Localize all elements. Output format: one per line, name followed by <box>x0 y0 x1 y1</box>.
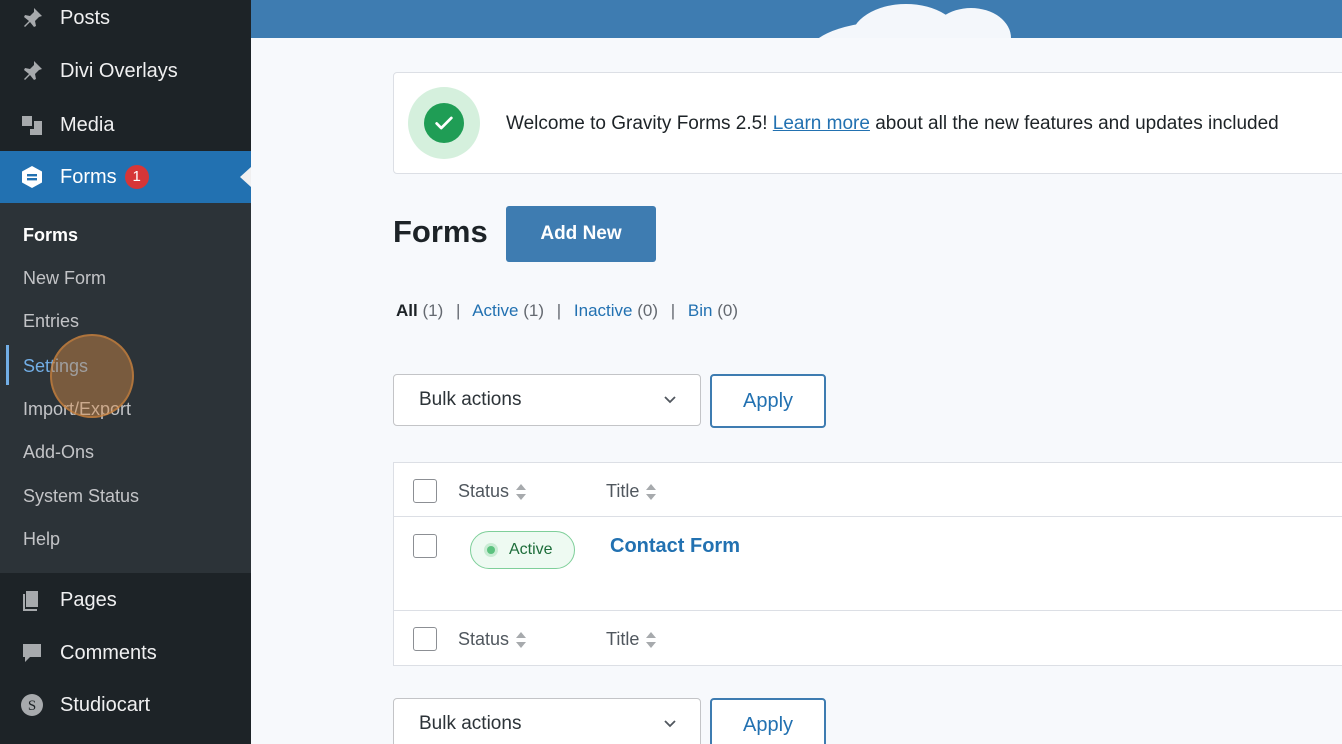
admin-sidebar: Posts Divi Overlays Media Forms 1 Forms … <box>0 0 251 744</box>
menu-label: Media <box>60 113 115 136</box>
filter-count: (1) <box>422 301 444 320</box>
submenu-item-forms[interactable]: Forms <box>23 225 78 246</box>
column-label: Status <box>458 629 510 649</box>
sort-icon <box>646 483 657 500</box>
menu-label: Comments <box>60 641 157 664</box>
filter-active[interactable]: Active <box>472 301 518 320</box>
learn-more-link[interactable]: Learn more <box>773 113 870 134</box>
add-new-button[interactable]: Add New <box>506 206 656 262</box>
filter-bin[interactable]: Bin <box>688 301 713 320</box>
apply-button-top[interactable]: Apply <box>710 374 826 428</box>
svg-text:S: S <box>28 698 36 714</box>
submenu-item-settings[interactable]: Settings <box>23 356 88 377</box>
status-dot <box>487 546 495 554</box>
filter-separator: | <box>455 301 461 320</box>
row-checkbox[interactable] <box>413 534 437 558</box>
menu-label: Forms <box>60 165 117 188</box>
submenu-item-system-status[interactable]: System Status <box>23 486 139 507</box>
submenu-item-add-ons[interactable]: Add-Ons <box>23 442 94 463</box>
status-filters: All (1) | Active (1) | Inactive (0) | Bi… <box>396 301 738 321</box>
row-divider <box>394 516 1342 517</box>
pages-icon <box>18 586 46 614</box>
apply-button-bottom[interactable]: Apply <box>710 698 826 744</box>
column-label: Title <box>606 629 640 649</box>
notice-text: Welcome to Gravity Forms 2.5! Learn more… <box>506 113 1279 135</box>
menu-label: Posts <box>60 6 111 29</box>
page-title: Forms <box>393 214 488 249</box>
studiocart-icon: S <box>18 691 46 719</box>
forms-table: Status Title Active Contact Form Status … <box>393 462 1342 666</box>
bulk-actions-label: Bulk actions <box>419 713 522 734</box>
filter-count: (1) <box>523 301 545 320</box>
submenu-item-new-form[interactable]: New Form <box>23 268 106 289</box>
status-label: Active <box>509 541 553 558</box>
pin-icon <box>18 4 46 32</box>
column-label: Title <box>606 481 640 501</box>
menu-item-posts[interactable]: Posts <box>0 0 251 44</box>
filter-count: (0) <box>637 301 659 320</box>
menu-item-forms[interactable]: Forms 1 <box>0 151 251 203</box>
sort-icon <box>516 631 527 648</box>
submenu-item-import-export[interactable]: Import/Export <box>23 399 131 420</box>
column-header-status[interactable]: Status <box>458 481 527 502</box>
form-title-link[interactable]: Contact Form <box>610 535 740 558</box>
forms-submenu: Forms New Form Entries Settings Import/E… <box>0 203 251 573</box>
column-footer-title[interactable]: Title <box>606 629 657 650</box>
row-divider <box>394 610 1342 611</box>
comments-icon <box>18 639 46 667</box>
menu-item-media[interactable]: Media <box>0 99 251 151</box>
menu-label: Divi Overlays <box>60 59 178 82</box>
welcome-notice: Welcome to Gravity Forms 2.5! Learn more… <box>393 72 1342 174</box>
menu-item-comments[interactable]: Comments <box>0 627 251 679</box>
bulk-actions-select-top[interactable]: Bulk actions <box>393 374 701 426</box>
check-circle-icon <box>408 87 480 159</box>
sort-icon <box>516 483 527 500</box>
column-header-title[interactable]: Title <box>606 481 657 502</box>
menu-item-divi-overlays[interactable]: Divi Overlays <box>0 45 251 97</box>
status-toggle[interactable]: Active <box>470 531 575 569</box>
select-all-checkbox-footer[interactable] <box>413 627 437 651</box>
bulk-actions-select-bottom[interactable]: Bulk actions <box>393 698 701 744</box>
gravity-forms-icon <box>18 163 46 191</box>
menu-item-pages[interactable]: Pages <box>0 574 251 626</box>
header-banner <box>251 0 1342 38</box>
filter-separator: | <box>670 301 676 320</box>
submenu-item-entries[interactable]: Entries <box>23 311 79 332</box>
filter-inactive[interactable]: Inactive <box>574 301 633 320</box>
media-icon <box>18 111 46 139</box>
filter-separator: | <box>556 301 562 320</box>
menu-label: Pages <box>60 588 117 611</box>
bulk-actions-label: Bulk actions <box>419 389 522 410</box>
column-footer-status[interactable]: Status <box>458 629 527 650</box>
column-label: Status <box>458 481 510 501</box>
sort-icon <box>646 631 657 648</box>
pin-icon <box>18 57 46 85</box>
notice-prefix: Welcome to Gravity Forms 2.5! <box>506 113 773 134</box>
submenu-item-help[interactable]: Help <box>23 529 60 550</box>
notification-badge: 1 <box>124 165 149 189</box>
filter-count: (0) <box>717 301 738 320</box>
notice-suffix: about all the new features and updates i… <box>869 113 1279 134</box>
menu-item-studiocart[interactable]: S Studiocart <box>0 679 251 731</box>
filter-all[interactable]: All <box>396 301 418 320</box>
submenu-hover-marker <box>6 345 9 385</box>
chevron-down-icon <box>664 720 676 728</box>
main-content: Welcome to Gravity Forms 2.5! Learn more… <box>251 0 1342 744</box>
chevron-down-icon <box>664 396 676 404</box>
menu-label: Studiocart <box>60 693 151 716</box>
select-all-checkbox[interactable] <box>413 479 437 503</box>
